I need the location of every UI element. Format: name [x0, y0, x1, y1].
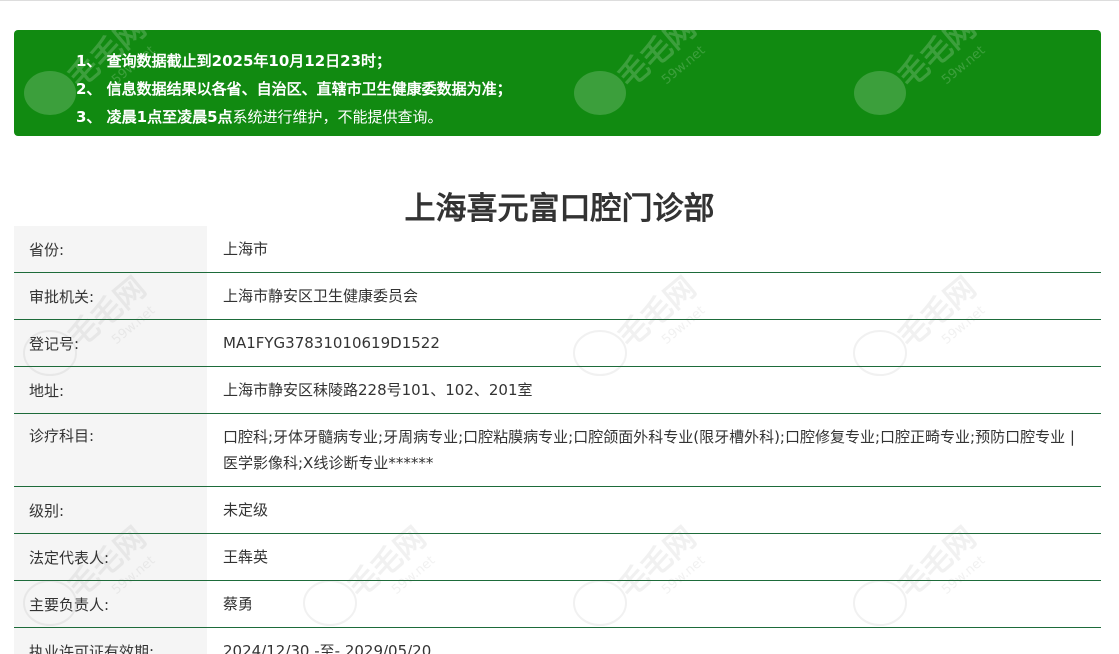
row-value: 上海市静安区卫生健康委员会 — [223, 287, 419, 305]
top-divider — [0, 0, 1119, 1]
table-row: 诊疗科目: 口腔科;牙体牙髓病专业;牙周病专业;口腔粘膜病专业;口腔颌面外科专业… — [14, 414, 1101, 487]
row-label: 登记号: — [14, 320, 207, 366]
row-value: 未定级 — [223, 501, 269, 519]
table-row: 地址: 上海市静安区秣陵路228号101、102、201室 — [14, 367, 1101, 414]
row-value: 口腔科;牙体牙髓病专业;牙周病专业;口腔粘膜病专业;口腔颌面外科专业(限牙槽外科… — [223, 428, 1075, 472]
row-value: 王犇英 — [223, 548, 269, 566]
notice-line-3-rest: 系统进行维护，不能提供查询。 — [232, 108, 443, 126]
row-label: 诊疗科目: — [14, 414, 207, 486]
row-value: 蔡勇 — [223, 595, 254, 613]
table-row: 审批机关: 上海市静安区卫生健康委员会 — [14, 273, 1101, 320]
page-title: 上海喜元富口腔门诊部 — [404, 190, 715, 227]
table-row: 法定代表人: 王犇英 — [14, 534, 1101, 581]
notice-line-3: 3、 凌晨1点至凌晨5点系统进行维护，不能提供查询。 — [76, 103, 1101, 131]
info-table: 省份: 上海市 审批机关: 上海市静安区卫生健康委员会 登记号: MA1FYG3… — [14, 226, 1101, 654]
notice-banner: 1、 查询数据截止到2025年10月12日23时； 2、 信息数据结果以各省、自… — [14, 30, 1101, 136]
table-row: 登记号: MA1FYG37831010619D1522 — [14, 320, 1101, 367]
table-row: 主要负责人: 蔡勇 — [14, 581, 1101, 628]
row-label: 法定代表人: — [14, 534, 207, 580]
row-label: 省份: — [14, 226, 207, 272]
notice-line-2: 2、 信息数据结果以各省、自治区、直辖市卫生健康委数据为准； — [76, 80, 512, 98]
row-value: MA1FYG37831010619D1522 — [223, 334, 440, 352]
notice-line-1: 1、 查询数据截止到2025年10月12日23时； — [76, 52, 392, 70]
row-label: 审批机关: — [14, 273, 207, 319]
row-label: 执业许可证有效期: — [14, 628, 207, 654]
notice-line-3-bold: 3、 凌晨1点至凌晨5点 — [76, 108, 233, 126]
row-value: 上海市 — [223, 240, 269, 258]
row-label: 级别: — [14, 487, 207, 533]
table-row: 执业许可证有效期: 2024/12/30 -至- 2029/05/20 — [14, 628, 1101, 654]
row-label: 主要负责人: — [14, 581, 207, 627]
row-value: 上海市静安区秣陵路228号101、102、201室 — [223, 381, 533, 399]
row-label: 地址: — [14, 367, 207, 413]
table-row: 级别: 未定级 — [14, 487, 1101, 534]
page: 1、 查询数据截止到2025年10月12日23时； 2、 信息数据结果以各省、自… — [0, 0, 1119, 654]
table-row: 省份: 上海市 — [14, 226, 1101, 273]
row-value: 2024/12/30 -至- 2029/05/20 — [223, 642, 432, 654]
